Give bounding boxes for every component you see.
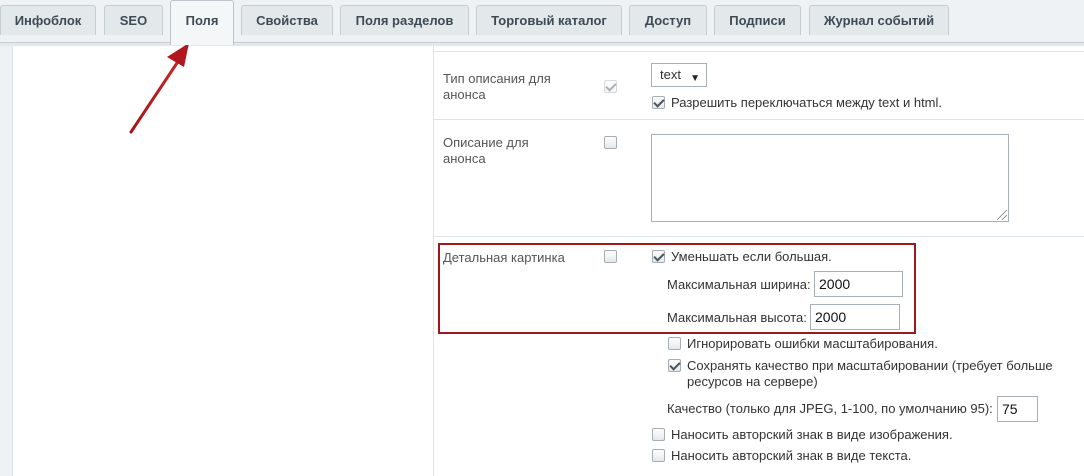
red-arrow-icon bbox=[129, 43, 189, 134]
tab-fields[interactable]: Поля bbox=[170, 0, 234, 45]
